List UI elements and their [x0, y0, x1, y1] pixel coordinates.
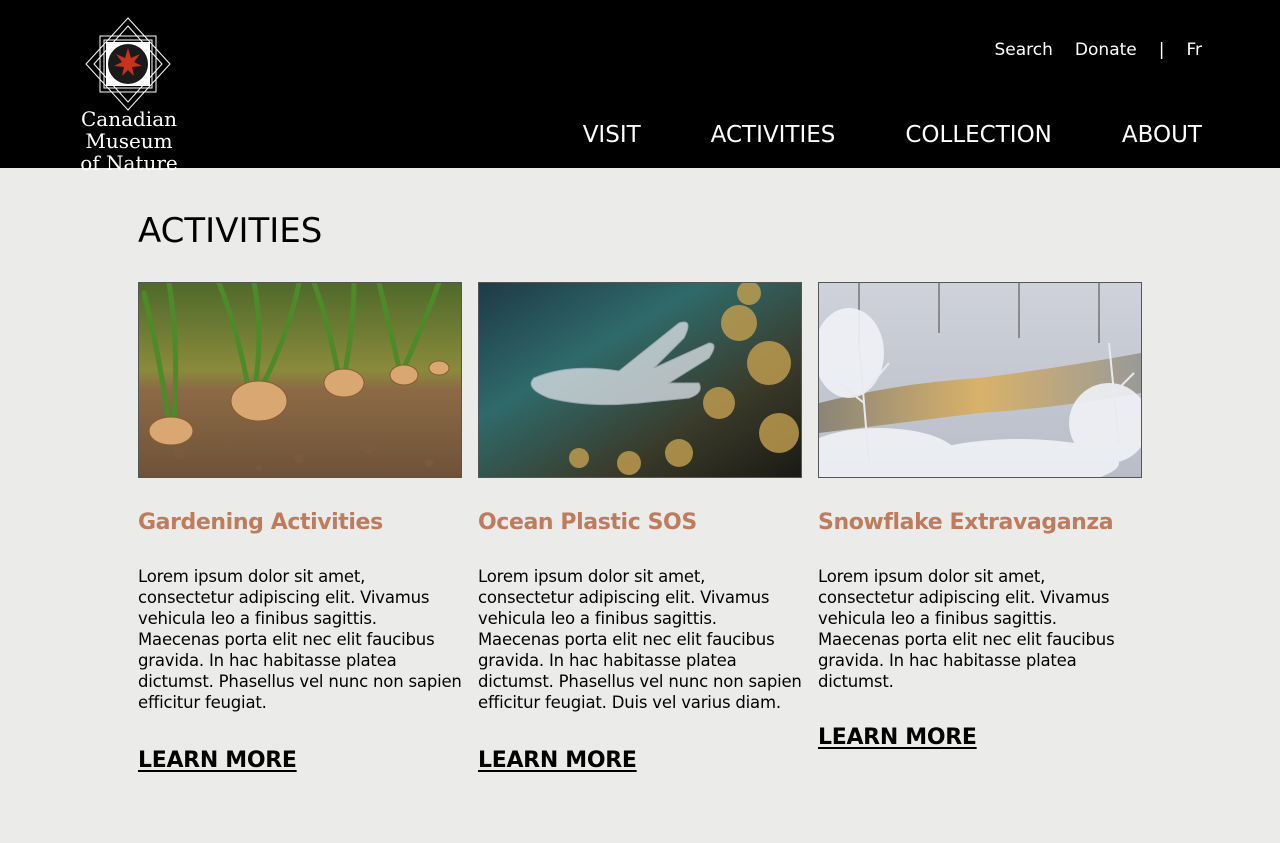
site-header: Canadian Museum of Nature Search Donate …	[0, 0, 1280, 174]
card-title[interactable]: Ocean Plastic SOS	[478, 508, 802, 538]
search-link[interactable]: Search	[995, 40, 1053, 60]
card-description: Lorem ipsum dolor sit amet, consectetur …	[138, 567, 462, 712]
card-title[interactable]: Gardening Activities	[138, 508, 462, 538]
page-title: ACTIVITIES	[138, 211, 323, 251]
card-description: Lorem ipsum dolor sit amet, consectetur …	[478, 567, 802, 712]
nav-item-activities[interactable]: ACTIVITIES	[711, 122, 836, 148]
nav-item-about[interactable]: ABOUT	[1122, 122, 1202, 148]
learn-more-link[interactable]: LEARN MORE	[818, 725, 977, 750]
utility-separator: |	[1158, 40, 1165, 60]
learn-more-link[interactable]: LEARN MORE	[138, 748, 297, 773]
museum-name-line2: of Nature	[80, 151, 178, 175]
activity-card-gardening: Gardening Activities Lorem ipsum dolor s…	[138, 282, 462, 773]
gardening-image[interactable]	[138, 282, 462, 478]
card-title[interactable]: Snowflake Extravaganza	[818, 508, 1142, 538]
language-toggle-link[interactable]: Fr	[1186, 40, 1202, 60]
ocean-plastic-image[interactable]	[478, 282, 802, 478]
museum-name: Canadian Museum of Nature	[38, 108, 220, 174]
nav-item-visit[interactable]: VISIT	[583, 122, 641, 148]
snowflake-image[interactable]	[818, 282, 1142, 478]
learn-more-link[interactable]: LEARN MORE	[478, 748, 637, 773]
utility-nav: Search Donate | Fr	[995, 38, 1202, 62]
museum-emblem-icon	[85, 17, 171, 111]
donate-link[interactable]: Donate	[1075, 40, 1137, 60]
main-nav: VISIT ACTIVITIES COLLECTION ABOUT	[583, 118, 1202, 152]
activity-card-snowflake: Snowflake Extravaganza Lorem ipsum dolor…	[818, 282, 1142, 750]
museum-logo[interactable]: Canadian Museum of Nature	[38, 16, 220, 174]
museum-name-line1: Canadian Museum	[80, 107, 178, 153]
nav-item-collection[interactable]: COLLECTION	[905, 122, 1052, 148]
activity-card-ocean-plastic: Ocean Plastic SOS Lorem ipsum dolor sit …	[478, 282, 802, 773]
card-description: Lorem ipsum dolor sit amet, consectetur …	[818, 567, 1115, 691]
